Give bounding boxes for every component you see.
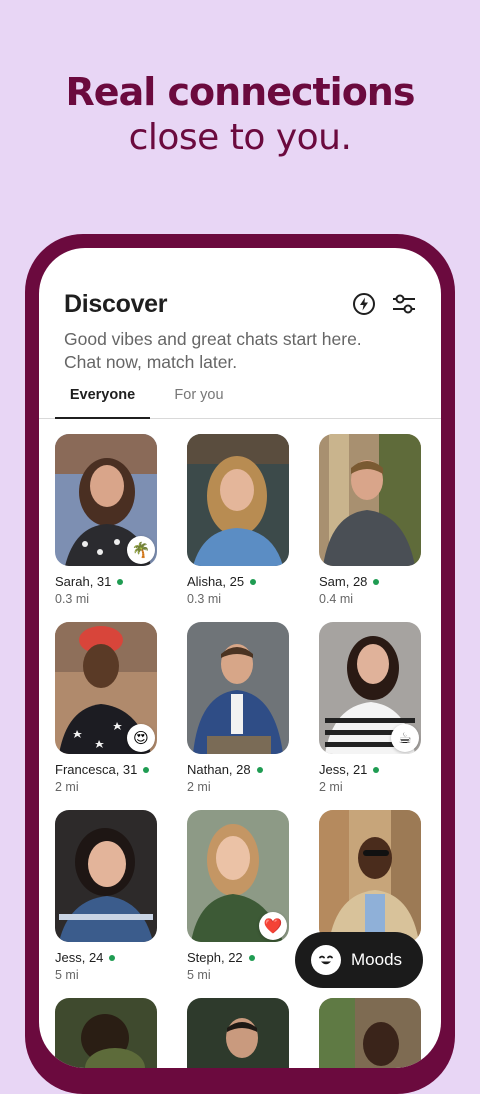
profile-distance: 0.4 mi <box>319 592 354 606</box>
profile-card[interactable] <box>55 998 157 1068</box>
profile-photo <box>55 998 157 1068</box>
smiley-face-icon <box>311 945 341 975</box>
profile-card[interactable]: Jess, 24 5 mi <box>55 810 157 982</box>
profile-distance: 5 mi <box>55 968 79 982</box>
online-status-dot <box>117 578 124 585</box>
profile-photo <box>319 998 421 1068</box>
online-status-dot <box>248 954 255 961</box>
profile-photo <box>187 998 289 1068</box>
profile-card[interactable]: 🌴 Sarah, 31 0.3 mi <box>55 434 157 606</box>
online-status-dot <box>373 578 380 585</box>
profile-photo <box>187 434 289 566</box>
moods-button[interactable]: Moods <box>295 932 423 988</box>
profile-photo <box>187 622 289 754</box>
tab-everyone[interactable]: Everyone <box>55 384 150 419</box>
profile-distance: 0.3 mi <box>187 592 222 606</box>
profile-name: Alisha, 25 <box>187 574 245 589</box>
online-status-dot <box>143 766 150 773</box>
subtitle-line-1: Good vibes and great chats start here. <box>64 329 362 349</box>
mood-badge: ❤️ <box>259 912 287 940</box>
page-title: Discover <box>64 289 168 318</box>
profile-name-row: Jess, 21 <box>319 762 421 777</box>
mood-badge: ☕ <box>391 724 419 752</box>
profile-photo <box>319 810 421 942</box>
online-status-dot <box>109 954 116 961</box>
profile-name-row: Steph, 22 <box>187 950 289 965</box>
profile-name-row: Francesca, 31 <box>55 762 157 777</box>
profile-photo: ☕ <box>319 622 421 754</box>
headline-line-1: Real connections <box>65 70 416 114</box>
headline-line-2: close to you. <box>128 117 352 158</box>
tab-bar: Everyone For you <box>39 380 441 419</box>
profile-card[interactable] <box>187 998 289 1068</box>
profile-name: Francesca, 31 <box>55 762 138 777</box>
discover-subtitle: Good vibes and great chats start here. C… <box>64 328 417 374</box>
profile-photo: 🌴 <box>55 434 157 566</box>
online-status-dot <box>250 578 257 585</box>
profile-name-row: Sarah, 31 <box>55 574 157 589</box>
profile-card[interactable]: Alisha, 25 0.3 mi <box>187 434 289 606</box>
profile-name-row: Jess, 24 <box>55 950 157 965</box>
profile-card[interactable]: Nathan, 28 2 mi <box>187 622 289 794</box>
header-actions <box>351 291 417 317</box>
profile-name: Nathan, 28 <box>187 762 251 777</box>
online-status-dot <box>373 766 380 773</box>
profile-distance: 5 mi <box>187 968 211 982</box>
profile-name-row: Alisha, 25 <box>187 574 289 589</box>
profile-name: Jess, 24 <box>55 950 104 965</box>
profile-name: Sarah, 31 <box>55 574 112 589</box>
profile-photo <box>319 434 421 566</box>
profile-name: Sam, 28 <box>319 574 368 589</box>
profile-photo: 😍 <box>55 622 157 754</box>
profile-card[interactable]: ❤️ Steph, 22 5 mi <box>187 810 289 982</box>
profile-card[interactable]: 😍 Francesca, 31 2 mi <box>55 622 157 794</box>
profile-photo: ❤️ <box>187 810 289 942</box>
lightning-icon[interactable] <box>351 291 377 317</box>
profile-card[interactable]: ☕ Jess, 21 2 mi <box>319 622 421 794</box>
discover-header: Discover <box>64 286 417 322</box>
profile-card[interactable]: Sam, 28 0.4 mi <box>319 434 421 606</box>
profile-name: Jess, 21 <box>319 762 368 777</box>
tab-for-you[interactable]: For you <box>165 384 233 406</box>
headline: Real connections close to you. <box>0 68 480 160</box>
filter-sliders-icon[interactable] <box>391 291 417 317</box>
online-status-dot <box>256 766 263 773</box>
profile-distance: 2 mi <box>187 780 211 794</box>
profile-distance: 2 mi <box>55 780 79 794</box>
profile-name-row: Nathan, 28 <box>187 762 289 777</box>
moods-label: Moods <box>351 950 403 969</box>
profile-card[interactable] <box>319 998 421 1068</box>
subtitle-line-2: Chat now, match later. <box>64 352 238 372</box>
profile-distance: 0.3 mi <box>55 592 90 606</box>
mood-badge: 🌴 <box>127 536 155 564</box>
profile-name: Steph, 22 <box>187 950 243 965</box>
profile-distance: 2 mi <box>319 780 343 794</box>
profile-photo <box>55 810 157 942</box>
profile-name-row: Sam, 28 <box>319 574 421 589</box>
mood-badge: 😍 <box>127 724 155 752</box>
